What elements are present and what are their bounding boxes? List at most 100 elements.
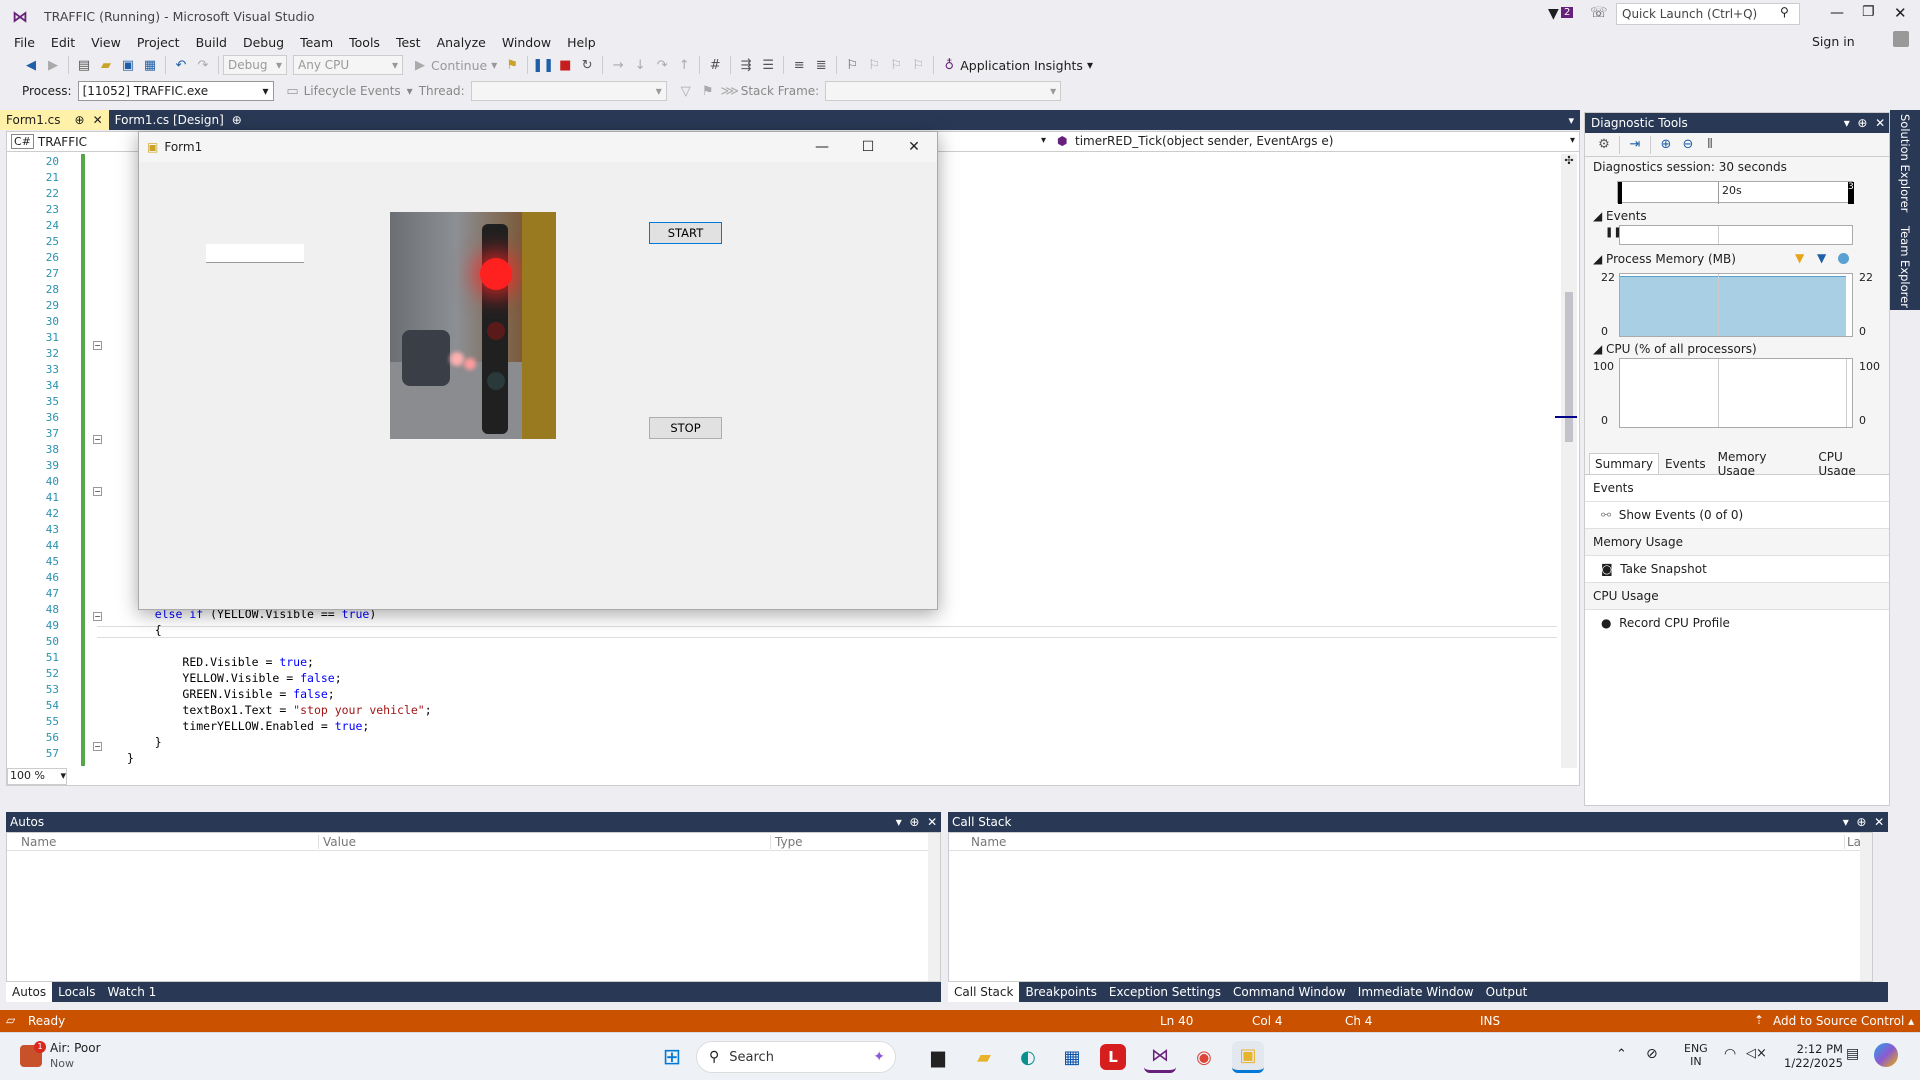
form1-close-button[interactable]: ✕ — [891, 132, 937, 162]
step-into-icon[interactable]: ↓ — [631, 56, 649, 74]
threads-icon[interactable]: ⇶ — [737, 56, 755, 74]
hex-icon[interactable]: # — [706, 56, 724, 74]
visual-studio-taskbar-icon[interactable]: ⋈ — [1144, 1041, 1176, 1073]
stack-icon[interactable]: ☰ — [759, 56, 777, 74]
lightbulb-icon[interactable]: ♁ — [940, 56, 958, 74]
clear-bookmarks-icon[interactable]: ⚐ — [909, 56, 927, 74]
project-select[interactable]: TRAFFIC — [38, 135, 87, 149]
members-dropdown-icon[interactable]: ▾ — [1041, 135, 1046, 146]
play-icon[interactable]: ▶ — [411, 56, 429, 74]
memory-graph[interactable] — [1619, 273, 1853, 337]
pin-icon[interactable]: ⊕ — [1857, 116, 1867, 130]
dropdown-icon[interactable]: ▾ — [896, 815, 902, 829]
clock[interactable]: 2:12 PM 1/22/2025 — [1784, 1042, 1843, 1070]
tab-call-stack[interactable]: Call Stack — [948, 982, 1020, 1002]
tab-summary[interactable]: Summary — [1589, 453, 1659, 474]
column-name[interactable]: Name — [949, 834, 1845, 849]
stack-frame-select[interactable]: ▾ — [825, 81, 1062, 101]
reset-view-icon[interactable]: ⫴ — [1701, 136, 1719, 154]
redo-icon[interactable]: ↷ — [194, 56, 212, 74]
tab-output[interactable]: Output — [1480, 982, 1534, 1002]
indent-icon[interactable]: ≡ — [790, 56, 808, 74]
stop-button[interactable]: STOP — [649, 417, 722, 439]
tab-form1-design[interactable]: Form1.cs [Design] ⊕ — [109, 110, 248, 130]
restore-button[interactable]: ❐ — [1862, 4, 1875, 20]
application-insights-button[interactable]: Application Insights — [960, 58, 1083, 73]
dropdown-icon[interactable]: ▾ — [1843, 815, 1849, 829]
filter-icon[interactable]: ▼ — [1548, 6, 1559, 22]
notifications-badge[interactable]: 2 — [1561, 7, 1574, 18]
back-icon[interactable]: ◀ — [22, 56, 40, 74]
team-explorer-tab[interactable]: Team Explorer — [1898, 226, 1912, 308]
flag-threads-icon[interactable]: ⚑ — [699, 82, 717, 100]
expand-callstack-icon[interactable]: ⋙ — [720, 82, 739, 100]
platform-select[interactable]: Any CPU ▾ — [293, 55, 403, 75]
language-indicator[interactable]: ENG IN — [1684, 1042, 1708, 1068]
process-select[interactable]: [11052] TRAFFIC.exe ▾ — [77, 81, 274, 101]
pin-icon[interactable]: ⊕ — [909, 815, 919, 829]
save-all-icon[interactable]: ▦ — [141, 56, 159, 74]
form1-window[interactable]: ▣ Form1 — ☐ ✕ START STOP — [138, 131, 938, 610]
copilot-icon[interactable] — [1874, 1043, 1898, 1067]
close-panel-icon[interactable]: ✕ — [1874, 815, 1884, 829]
quick-launch-input[interactable]: Quick Launch (Ctrl+Q) — [1616, 3, 1800, 25]
menu-tools[interactable]: Tools — [347, 35, 382, 50]
column-type[interactable]: Type — [771, 835, 803, 849]
menu-project[interactable]: Project — [135, 35, 182, 50]
menu-window[interactable]: Window — [500, 35, 553, 50]
split-icon[interactable]: ✣ — [1561, 154, 1577, 168]
save-icon[interactable]: ▣ — [119, 56, 137, 74]
undo-icon[interactable]: ↶ — [172, 56, 190, 74]
form-app-taskbar-icon[interactable]: ▣ — [1232, 1041, 1264, 1073]
close-panel-icon[interactable]: ✕ — [1875, 116, 1885, 130]
forward-icon[interactable]: ▶ — [44, 56, 62, 74]
events-timeline[interactable] — [1619, 225, 1853, 245]
prev-bookmark-icon[interactable]: ⚐ — [865, 56, 883, 74]
restart-icon[interactable]: ↻ — [578, 56, 596, 74]
zoom-out-icon[interactable]: ⊖ — [1679, 136, 1697, 154]
edge-icon[interactable]: ◐ — [1012, 1041, 1044, 1073]
menu-test[interactable]: Test — [394, 35, 423, 50]
tab-immediate-window[interactable]: Immediate Window — [1352, 982, 1480, 1002]
method-select[interactable]: timerRED_Tick(object sender, EventArgs e… — [1075, 134, 1333, 148]
start-icon[interactable]: ⊞ — [656, 1041, 688, 1073]
open-folder-icon[interactable]: ▰ — [97, 56, 115, 74]
task-view-icon[interactable]: ▆ — [922, 1041, 954, 1073]
column-value[interactable]: Value — [319, 834, 771, 849]
wifi-icon[interactable]: ◠ — [1724, 1046, 1736, 1062]
pin-icon[interactable]: ⊕ — [1856, 815, 1866, 829]
tab-locals[interactable]: Locals — [52, 982, 101, 1002]
collapse-icon[interactable]: − — [93, 435, 102, 444]
continue-button[interactable]: Continue — [431, 58, 487, 73]
file-explorer-icon[interactable]: ▰ — [968, 1041, 1000, 1073]
close-panel-icon[interactable]: ✕ — [927, 815, 937, 829]
form1-minimize-button[interactable]: — — [799, 132, 845, 162]
tab-autos[interactable]: Autos — [6, 982, 53, 1002]
filter-threads-icon[interactable]: ▽ — [677, 82, 695, 100]
tab-form1-cs[interactable]: Form1.cs ⊕ ✕ — [0, 110, 109, 130]
menu-debug[interactable]: Debug — [241, 35, 286, 50]
feedback-icon[interactable]: ☏ — [1590, 5, 1608, 21]
volume-muted-icon[interactable]: ◁× — [1746, 1046, 1767, 1061]
step-over-icon[interactable]: ↷ — [653, 56, 671, 74]
add-to-source-control-button[interactable]: Add to Source Control ▴ — [1773, 1014, 1914, 1028]
menu-build[interactable]: Build — [194, 35, 229, 50]
column-name[interactable]: Name — [7, 834, 319, 849]
tab-events[interactable]: Events — [1659, 454, 1712, 474]
pause-icon[interactable]: ❚❚ — [532, 56, 554, 74]
thread-select[interactable]: ▾ — [470, 81, 667, 101]
tab-overflow-icon[interactable]: ▾ — [1568, 114, 1574, 127]
call-stack-scrollbar[interactable] — [1860, 833, 1872, 981]
step-out-icon[interactable]: ↑ — [675, 56, 693, 74]
settings-icon[interactable]: ⚙ — [1595, 136, 1613, 154]
new-project-icon[interactable]: ▤ — [75, 56, 93, 74]
autos-grid[interactable]: Name Value Type — [6, 832, 941, 982]
take-snapshot-button[interactable]: ◙ Take Snapshot — [1585, 556, 1889, 582]
chrome-icon[interactable]: ◉ — [1188, 1041, 1220, 1073]
collapse-icon[interactable]: − — [93, 612, 102, 621]
show-events-link[interactable]: ⚯ Show Events (0 of 0) — [1585, 502, 1889, 528]
zoom-select[interactable]: 100 % ▾ — [7, 768, 67, 785]
zoom-in-icon[interactable]: ⊕ — [1657, 136, 1675, 154]
vertical-scrollbar[interactable]: ✣ — [1555, 154, 1577, 768]
tab-exception-settings[interactable]: Exception Settings — [1103, 982, 1227, 1002]
